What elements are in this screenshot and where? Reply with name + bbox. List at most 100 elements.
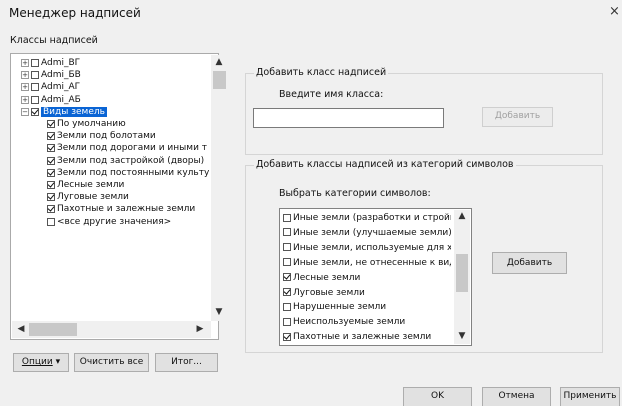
tree-item-checkbox[interactable] [47, 132, 55, 141]
tree-item-checkbox[interactable] [47, 144, 55, 153]
tree-item-checkbox[interactable] [47, 205, 55, 214]
scroll-up-icon[interactable]: ▲ [455, 211, 469, 221]
tree-item-label: Admi_АГ [41, 82, 81, 93]
tree-item-label: Луговые земли [57, 192, 129, 203]
tree-item-checkbox[interactable] [47, 217, 55, 226]
tree-horizontal-scrollbar[interactable]: ◀ ▶ [12, 321, 211, 338]
tree-item-checkbox[interactable] [31, 107, 39, 116]
expand-icon[interactable]: + [21, 83, 29, 92]
symbol-category-label: Иные земли (разработки и стройплс [293, 213, 451, 223]
symbol-category-label: Иные земли, используемые для хра [293, 242, 451, 253]
tree-item-label: Пахотные и залежные земли [57, 204, 196, 215]
symbol-category-checkbox[interactable] [283, 302, 291, 311]
options-label: Опции [21, 357, 53, 367]
symbol-category-label: Лесные земли [293, 272, 361, 283]
symbol-category-item[interactable]: Нарушенные земли [283, 300, 451, 314]
symbol-category-item[interactable]: Луговые земли [283, 286, 451, 300]
options-button[interactable]: Опции ▾ [13, 353, 69, 372]
tree-item[interactable]: Луговые земли [47, 191, 129, 203]
expand-icon[interactable]: + [21, 95, 29, 104]
tree-item[interactable]: Земли под дорогами и иными т [47, 142, 207, 154]
tree-item-checkbox[interactable] [31, 95, 39, 104]
symbol-category-label: Нарушенные земли [293, 302, 387, 313]
label-classes-tree[interactable]: + Admi_ВГ + Admi_БВ + Admi_АГ + Admi_АБ − Виды зе… [10, 53, 228, 340]
tree-item-label: По умолчанию [57, 119, 126, 129]
tree-item-checkbox[interactable] [47, 120, 55, 128]
scroll-down-icon[interactable]: ▼ [212, 307, 226, 317]
scroll-thumb[interactable] [213, 71, 226, 89]
symbol-category-checkbox[interactable] [283, 317, 291, 326]
tree-item-checkbox[interactable] [47, 193, 55, 202]
scroll-up-icon[interactable]: ▲ [212, 57, 226, 67]
symbol-category-checkbox[interactable] [283, 213, 291, 222]
scroll-right-icon[interactable]: ▶ [193, 324, 207, 334]
add-class-group-title: Добавить класс надписей [254, 67, 389, 78]
tree-item[interactable]: + Admi_ВГ [21, 57, 80, 69]
symbol-category-checkbox[interactable] [283, 243, 291, 252]
tree-item-label: Admi_БВ [41, 70, 81, 81]
scroll-left-icon[interactable]: ◀ [14, 324, 28, 334]
tree-item[interactable]: + Admi_АГ [21, 81, 80, 93]
tree-item[interactable]: + Admi_АБ [21, 94, 81, 106]
tree-item-label: Виды земель [41, 106, 107, 117]
cancel-button[interactable]: Отмена [482, 387, 551, 406]
symbol-category-label: Иные земли, не отнесенные к видам [293, 257, 451, 268]
add-categories-button[interactable]: Добавить [492, 252, 567, 274]
clear-all-button[interactable]: Очистить все [74, 353, 149, 372]
tree-item-label: Земли под болотами [57, 131, 156, 142]
tree-item[interactable]: + Admi_БВ [21, 69, 81, 81]
apply-button[interactable]: Применить [560, 387, 620, 406]
tree-item[interactable]: Земли под болотами [47, 130, 156, 142]
symbol-categories-prompt: Выбрать категории символов: [279, 188, 431, 199]
tree-item-checkbox[interactable] [47, 181, 55, 189]
expand-icon[interactable]: + [21, 59, 29, 67]
ok-button[interactable]: OK [403, 387, 472, 406]
symbol-category-item[interactable]: Иные земли (разработки и стройплс [283, 211, 451, 225]
symbol-list-scrollbar[interactable]: ▲ ▼ [454, 210, 470, 344]
tree-item-label: Земли под дорогами и иными т [57, 143, 208, 154]
tree-item[interactable]: По умолчанию [47, 118, 126, 130]
tree-item[interactable]: − Виды земель [21, 106, 107, 118]
tree-item-checkbox[interactable] [31, 71, 39, 80]
tree-item-checkbox[interactable] [47, 168, 55, 177]
symbol-category-item[interactable]: Лесные земли [283, 271, 451, 285]
tree-item-checkbox[interactable] [31, 59, 39, 67]
tree-item[interactable]: <все другие значения> [47, 216, 171, 228]
tree-item-label: Земли под застройкой (дворы) [57, 155, 205, 166]
symbol-category-checkbox[interactable] [283, 288, 291, 296]
expand-icon[interactable]: + [21, 71, 29, 80]
scroll-down-icon[interactable]: ▼ [455, 331, 469, 341]
tree-item-label: Лесные земли [57, 180, 125, 190]
tree-item-label: Admi_ВГ [41, 58, 81, 68]
symbol-category-item[interactable]: Иные земли, не отнесенные к видам [283, 256, 451, 270]
symbol-category-item[interactable]: Пахотные и залежные земли [283, 330, 451, 344]
classes-label: Классы надписей [10, 35, 98, 46]
symbol-category-item[interactable]: Неиспользуемые земли [283, 315, 451, 329]
add-from-categories-group-title: Добавить классы надписей из категорий си… [254, 159, 516, 170]
tree-item-checkbox[interactable] [47, 156, 55, 165]
symbol-category-checkbox[interactable] [283, 332, 291, 341]
close-icon[interactable]: × [609, 4, 620, 19]
symbol-category-checkbox[interactable] [283, 258, 291, 267]
window-title: Менеджер надписей [9, 6, 141, 20]
scroll-thumb[interactable] [456, 254, 468, 292]
symbol-category-label: Иные земли (улучшаемые земли) [293, 227, 451, 238]
tree-item-checkbox[interactable] [31, 83, 39, 92]
class-name-input[interactable] [253, 108, 444, 128]
tree-item[interactable]: Земли под постоянными культу [47, 167, 209, 179]
tree-item[interactable]: Лесные земли [47, 179, 124, 191]
symbol-category-checkbox[interactable] [283, 273, 291, 282]
symbol-category-item[interactable]: Иные земли, используемые для хра [283, 241, 451, 255]
tree-item[interactable]: Пахотные и залежные земли [47, 203, 195, 215]
add-class-group: Добавить класс надписей Введите имя клас… [245, 67, 603, 155]
symbol-category-checkbox[interactable] [283, 228, 291, 237]
tree-item[interactable]: Земли под застройкой (дворы) [47, 155, 204, 167]
add-class-button[interactable]: Добавить [482, 107, 553, 127]
scroll-thumb[interactable] [29, 323, 77, 336]
summary-button[interactable]: Итог... [155, 353, 218, 372]
symbol-category-item[interactable]: Иные земли (улучшаемые земли) [283, 226, 451, 240]
symbol-categories-list[interactable]: Иные земли (разработки и стройплс Иные зе… [279, 208, 472, 346]
tree-vertical-scrollbar[interactable]: ▲ ▼ [211, 55, 228, 321]
collapse-icon[interactable]: − [21, 107, 29, 116]
class-name-prompt: Введите имя класса: [279, 89, 384, 100]
